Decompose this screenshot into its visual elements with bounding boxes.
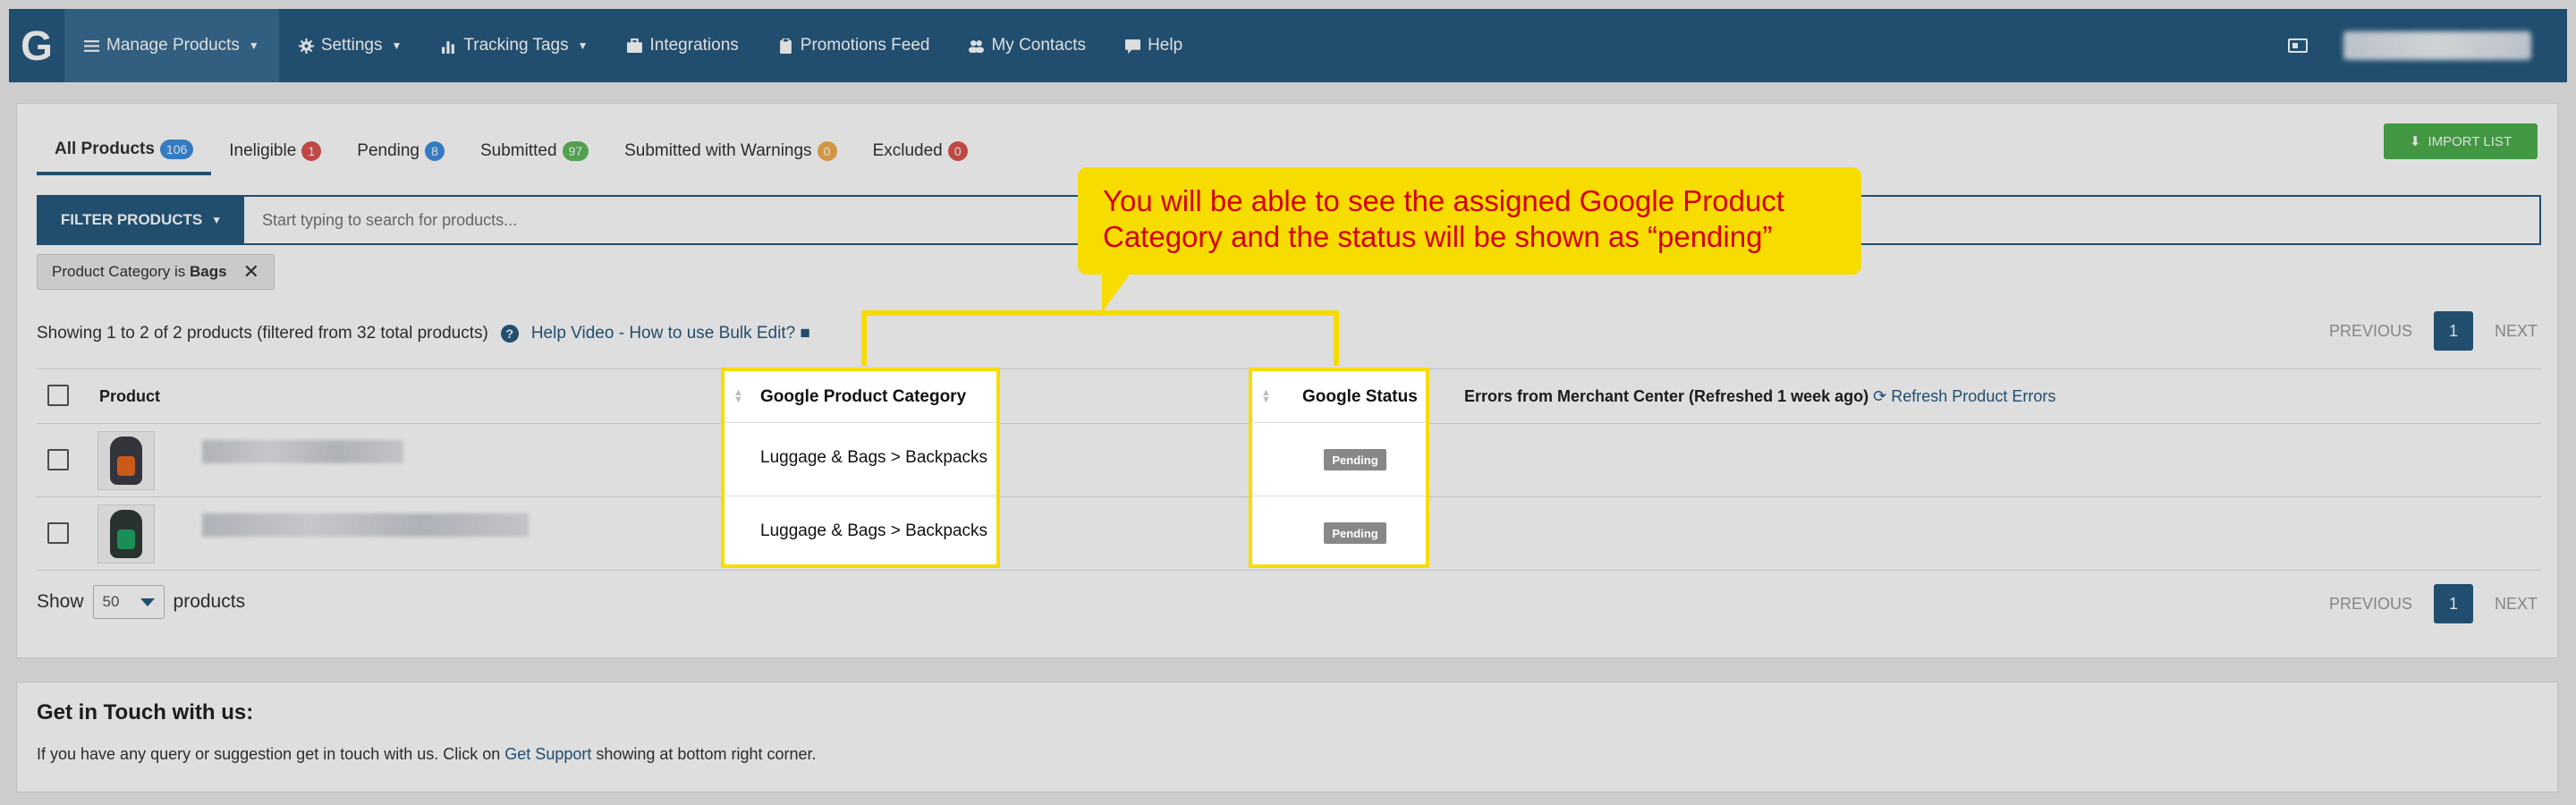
sort-icon: ▲ ▼ (1261, 387, 1271, 405)
callout-tail (1102, 271, 1132, 312)
category-value: Luggage & Bags > Backpacks (760, 448, 988, 467)
sort-icon: ▲ ▼ (733, 387, 743, 405)
category-cell: Luggage & Bags > Backpacks (724, 423, 996, 496)
status-badge: Pending (1324, 449, 1386, 470)
status-cell: Pending (1252, 423, 1426, 496)
status-header[interactable]: ▲ ▼ Google Status (1252, 371, 1426, 423)
category-header[interactable]: ▲ ▼ Google Product Category (724, 371, 996, 423)
callout-connector (861, 310, 1339, 366)
status-badge: Pending (1324, 522, 1386, 544)
highlight-category-column: ▲ ▼ Google Product Category Luggage & Bag… (721, 368, 1000, 568)
col-status: Google Status (1302, 387, 1418, 406)
callout-text: You will be able to see the assigned Goo… (1103, 184, 1784, 253)
category-value: Luggage & Bags > Backpacks (760, 521, 988, 540)
category-cell: Luggage & Bags > Backpacks (724, 496, 996, 570)
callout-bubble: You will be able to see the assigned Goo… (1078, 167, 1861, 275)
app-window: G Manage Products ▼ Settings ▼ Tracking Ta… (0, 0, 2576, 805)
highlight-status-column: ▲ ▼ Google Status Pending Pending (1249, 368, 1429, 568)
status-cell: Pending (1252, 496, 1426, 570)
col-category: Google Product Category (760, 387, 967, 406)
